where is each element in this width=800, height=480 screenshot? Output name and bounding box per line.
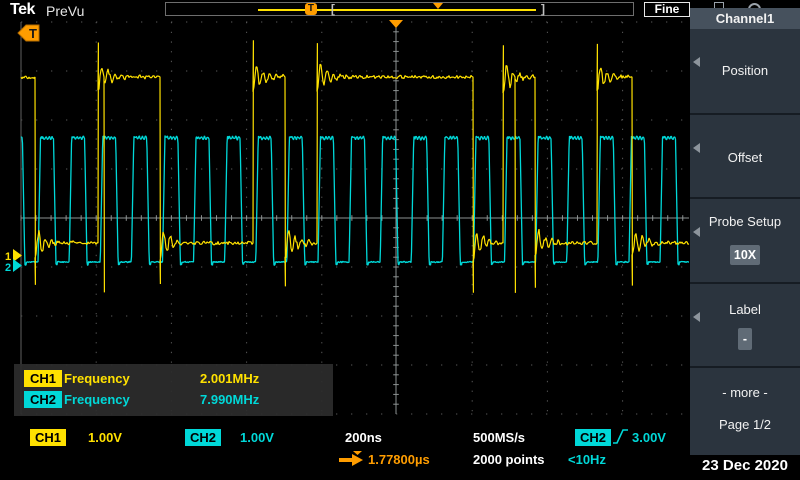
delay-arrow-icon: [338, 450, 365, 471]
menu-item-position[interactable]: Position: [690, 29, 800, 115]
menu-item-probe-setup[interactable]: Probe Setup 10X: [690, 199, 800, 284]
menu-item-label: Offset: [690, 150, 800, 165]
date-readout: 23 Dec 2020: [690, 455, 800, 480]
acquisition-mode-label: PreVu: [46, 3, 84, 19]
channel-label-value: -: [738, 328, 752, 350]
record-view-bar: [ ] T: [165, 2, 634, 16]
menu-item-label: Label: [690, 302, 800, 317]
measurement-row-ch2: CH2 Frequency 7.990MHz: [14, 390, 333, 411]
ch2-scale-badge: CH2: [185, 429, 221, 446]
menu-item-label: Probe Setup: [690, 214, 800, 229]
ch1-badge: CH1: [24, 370, 62, 387]
trigger-frequency-readout: <10Hz: [568, 452, 606, 467]
window-right-bracket: ]: [541, 2, 545, 16]
more-label: - more -: [690, 385, 800, 400]
measurement-name: Frequency: [64, 371, 130, 386]
measurement-value: 2.001MHz: [200, 371, 259, 386]
tek-logo: Tek: [10, 1, 35, 19]
menu-body: Position Offset Probe Setup 10X Label - …: [690, 29, 800, 455]
ch2-ground-marker: 2: [5, 262, 11, 274]
fine-button[interactable]: Fine: [644, 2, 690, 17]
trigger-slope-icon: [612, 427, 629, 449]
ch1-volts-per-div: 1.00V: [88, 430, 122, 445]
measurement-name: Frequency: [64, 392, 130, 407]
page-indicator: Page 1/2: [690, 417, 800, 432]
trigger-level-readout: 3.00V: [632, 430, 666, 445]
horizontal-delay-readout: 1.77800µs: [368, 452, 430, 467]
window-center-marker: [433, 3, 443, 9]
timebase-readout: 200ns: [345, 430, 382, 445]
top-status-bar: Tek PreVu [ ] T Fine: [0, 0, 800, 20]
measurement-row-ch1: CH1 Frequency 2.001MHz: [14, 369, 333, 390]
measurement-box: CH1 Frequency 2.001MHz CH2 Frequency 7.9…: [14, 364, 333, 416]
measurement-value: 7.990MHz: [200, 392, 259, 407]
ch2-volts-per-div: 1.00V: [240, 430, 274, 445]
sample-rate-readout: 500MS/s: [473, 430, 525, 445]
ch1-ground-marker: 1: [5, 251, 11, 263]
menu-item-offset[interactable]: Offset: [690, 115, 800, 199]
menu-item-label-setting[interactable]: Label -: [690, 284, 800, 368]
oscilloscope-screen: T 12 Tek PreVu [ ] T Fine CH1 Frequency 2…: [0, 0, 800, 480]
panel-top-icons: [690, 0, 800, 8]
expansion-point-icon: [389, 20, 403, 28]
bottom-status-bar: CH1 1.00V CH2 1.00V 200ns 500MS/s CH2 3.…: [0, 420, 690, 480]
side-menu-panel: Channel1 Position Offset Probe Setup 10X…: [690, 0, 800, 480]
menu-title: Channel1: [690, 8, 800, 29]
record-length-readout: 2000 points: [473, 452, 545, 467]
trigger-source-badge: CH2: [575, 429, 611, 446]
menu-item-label: Position: [690, 63, 800, 78]
window-left-bracket: [: [331, 2, 335, 16]
ch2-badge: CH2: [24, 391, 62, 408]
record-waveform-line: [258, 9, 536, 11]
record-trigger-marker: T: [305, 3, 317, 15]
menu-item-more[interactable]: - more - Page 1/2: [690, 368, 800, 451]
svg-text:T: T: [29, 26, 37, 41]
ch1-scale-badge: CH1: [30, 429, 66, 446]
probe-attenuation-value: 10X: [730, 245, 760, 265]
